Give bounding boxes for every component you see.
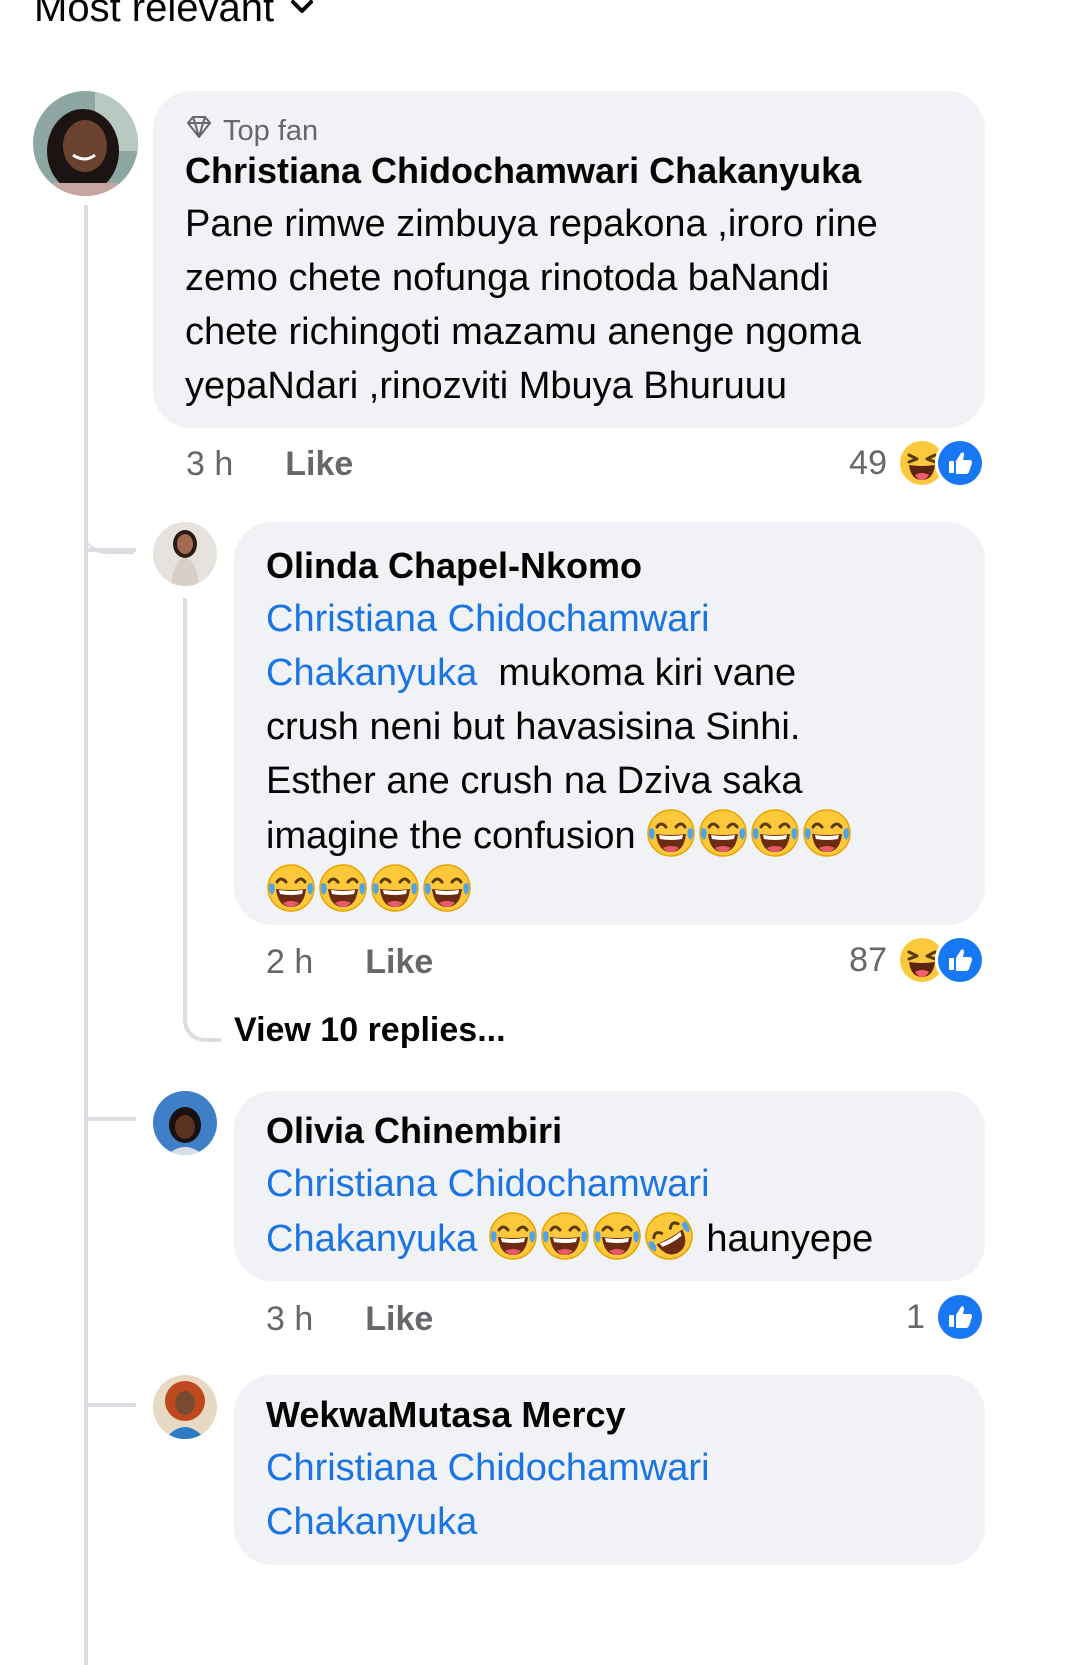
reply-text: Christiana Chidochamwari Chakanyuka haun… [266, 1157, 953, 1266]
sort-label: Most relevant [34, 0, 275, 30]
mention-link[interactable]: Chakanyuka [266, 652, 477, 694]
mention-link[interactable]: Christiana Chidochamwari [266, 1447, 710, 1489]
comment-text-line: yepaNdari ,rinozviti Mbuya Bhuruuu [185, 365, 787, 407]
like-icon [935, 1292, 985, 1342]
reaction-count: 49 [849, 443, 887, 482]
reply-text-line: Esther ane crush na Dziva saka [266, 760, 803, 802]
reply-text-line: crush neni but havasisina Sinhi. [266, 706, 801, 748]
badge-label: Top fan [223, 115, 319, 147]
tears-of-joy-emoji-icon [698, 808, 748, 858]
tears-of-joy-emoji-icon [318, 863, 368, 913]
reply-text: Christiana Chidochamwari Chakanyuka muko… [266, 592, 953, 918]
avatar[interactable] [33, 91, 138, 196]
mention-link[interactable]: Chakanyuka [266, 1218, 477, 1260]
reply-meta: 2 h Like [266, 943, 433, 982]
thread-elbow-replies [183, 598, 221, 1042]
comment-text-line: Pane rimwe zimbuya repakona ,iroro rine [185, 203, 878, 245]
comment-text-line: chete richingoti mazamu anenge ngoma [185, 311, 861, 353]
reply-bubble[interactable]: Olivia Chinembiri Christiana Chidochamwa… [234, 1091, 985, 1281]
top-fan-badge: Top fan [185, 113, 953, 149]
chevron-down-icon [288, 0, 316, 32]
reaction-count: 1 [906, 1297, 925, 1336]
tears-of-joy-emoji-icon [266, 863, 316, 913]
reaction-summary[interactable]: 49 [849, 438, 985, 488]
sort-dropdown[interactable]: Most relevant [34, 0, 316, 32]
rolling-laughing-emoji-icon [644, 1211, 694, 1261]
mention-link[interactable]: Chakanyuka [266, 1501, 477, 1543]
like-button[interactable]: Like [365, 1300, 433, 1339]
like-button[interactable]: Like [365, 943, 433, 982]
reply-text-segment: imagine the confusion [266, 815, 636, 857]
view-replies-link[interactable]: View 10 replies... [234, 1011, 506, 1050]
avatar[interactable] [153, 522, 217, 586]
reply-meta: 3 h Like [266, 1300, 433, 1339]
reply-author[interactable]: Olinda Chapel-Nkomo [266, 544, 953, 588]
thread-connector [84, 1117, 136, 1121]
comment-text-line: zemo chete nofunga rinotoda baNandi [185, 257, 830, 299]
reply-text-segment: haunyepe [706, 1218, 874, 1260]
reply-bubble[interactable]: Olinda Chapel-Nkomo Christiana Chidocham… [234, 522, 985, 925]
timestamp[interactable]: 3 h [186, 445, 233, 484]
comment-author[interactable]: Christiana Chidochamwari Chakanyuka [185, 149, 953, 193]
tears-of-joy-emoji-icon [488, 1211, 538, 1261]
avatar[interactable] [153, 1375, 217, 1439]
timestamp[interactable]: 2 h [266, 943, 313, 982]
thread-line-main [84, 205, 88, 1665]
avatar[interactable] [153, 1091, 217, 1155]
tears-of-joy-emoji-icon [370, 863, 420, 913]
reply-author[interactable]: WekwaMutasa Mercy [266, 1393, 953, 1437]
comment-text: Pane rimwe zimbuya repakona ,iroro rine … [185, 197, 953, 413]
reply-author[interactable]: Olivia Chinembiri [266, 1109, 953, 1153]
diamond-icon [185, 113, 213, 149]
reply-text-segment: mukoma kiri vane [498, 652, 797, 694]
tears-of-joy-emoji-icon [802, 808, 852, 858]
mention-link[interactable]: Christiana Chidochamwari [266, 598, 710, 640]
reaction-summary[interactable]: 1 [906, 1292, 985, 1342]
tears-of-joy-emoji-icon [592, 1211, 642, 1261]
reaction-count: 87 [849, 940, 887, 979]
thread-connector [84, 548, 136, 552]
like-button[interactable]: Like [285, 445, 353, 484]
tears-of-joy-emoji-icon [540, 1211, 590, 1261]
timestamp[interactable]: 3 h [266, 1300, 313, 1339]
comment-meta: 3 h Like [186, 445, 353, 484]
reaction-summary[interactable]: 87 [849, 935, 985, 985]
thread-elbow [84, 505, 134, 554]
like-icon [935, 935, 985, 985]
tears-of-joy-emoji-icon [646, 808, 696, 858]
thread-connector [84, 1403, 136, 1407]
mention-link[interactable]: Christiana Chidochamwari [266, 1163, 710, 1205]
reply-text: Christiana Chidochamwari Chakanyuka [266, 1441, 953, 1549]
like-icon [935, 438, 985, 488]
reply-bubble[interactable]: WekwaMutasa Mercy Christiana Chidochamwa… [234, 1375, 985, 1565]
comment-bubble[interactable]: Top fan Christiana Chidochamwari Chakany… [153, 91, 985, 428]
tears-of-joy-emoji-icon [422, 863, 472, 913]
tears-of-joy-emoji-icon [750, 808, 800, 858]
